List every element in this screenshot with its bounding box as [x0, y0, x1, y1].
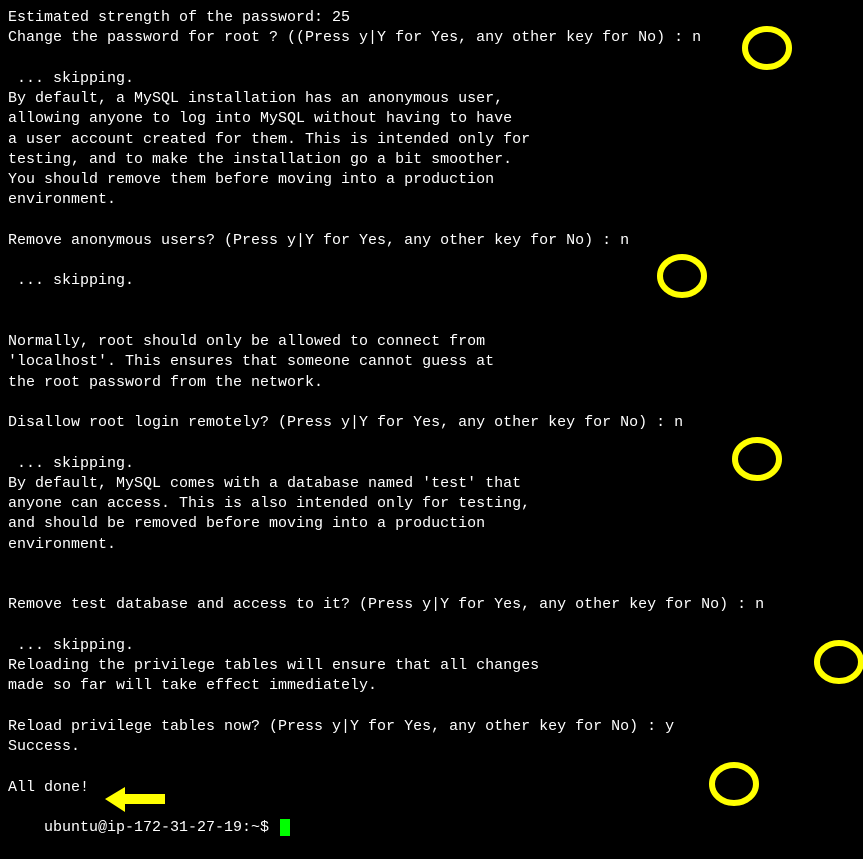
output-line: ... skipping. — [8, 636, 855, 656]
terminal-output[interactable]: Estimated strength of the password: 25 C… — [8, 8, 855, 859]
output-line — [8, 251, 855, 271]
output-line — [8, 575, 855, 595]
output-line: By default, MySQL comes with a database … — [8, 474, 855, 494]
output-line: Success. — [8, 737, 855, 757]
output-line: Reloading the privilege tables will ensu… — [8, 656, 855, 676]
output-line: Remove test database and access to it? (… — [8, 595, 855, 615]
output-line — [8, 312, 855, 332]
output-line: ... skipping. — [8, 454, 855, 474]
output-line: All done! — [8, 778, 855, 798]
output-line — [8, 433, 855, 453]
output-line: anyone can access. This is also intended… — [8, 494, 855, 514]
cursor-icon — [280, 819, 290, 836]
output-line: Normally, root should only be allowed to… — [8, 332, 855, 352]
output-line: environment. — [8, 190, 855, 210]
output-line: Disallow root login remotely? (Press y|Y… — [8, 413, 855, 433]
output-line: made so far will take effect immediately… — [8, 676, 855, 696]
output-line: Estimated strength of the password: 25 — [8, 8, 855, 28]
output-line: and should be removed before moving into… — [8, 514, 855, 534]
output-line: the root password from the network. — [8, 373, 855, 393]
prompt-line[interactable]: ubuntu@ip-172-31-27-19:~$ — [8, 798, 855, 859]
output-line: Remove anonymous users? (Press y|Y for Y… — [8, 231, 855, 251]
output-line: allowing anyone to log into MySQL withou… — [8, 109, 855, 129]
output-line: 'localhost'. This ensures that someone c… — [8, 352, 855, 372]
output-line: By default, a MySQL installation has an … — [8, 89, 855, 109]
output-line — [8, 616, 855, 636]
output-line: ... skipping. — [8, 271, 855, 291]
output-line — [8, 697, 855, 717]
output-line — [8, 49, 855, 69]
shell-prompt: ubuntu@ip-172-31-27-19:~$ — [44, 819, 278, 836]
output-line — [8, 555, 855, 575]
output-line — [8, 211, 855, 231]
output-line — [8, 757, 855, 777]
output-line: Reload privilege tables now? (Press y|Y … — [8, 717, 855, 737]
output-line: Change the password for root ? ((Press y… — [8, 28, 855, 48]
output-line: testing, and to make the installation go… — [8, 150, 855, 170]
output-line — [8, 292, 855, 312]
output-line — [8, 393, 855, 413]
output-line: environment. — [8, 535, 855, 555]
output-line: ... skipping. — [8, 69, 855, 89]
output-line: a user account created for them. This is… — [8, 130, 855, 150]
output-line: You should remove them before moving int… — [8, 170, 855, 190]
